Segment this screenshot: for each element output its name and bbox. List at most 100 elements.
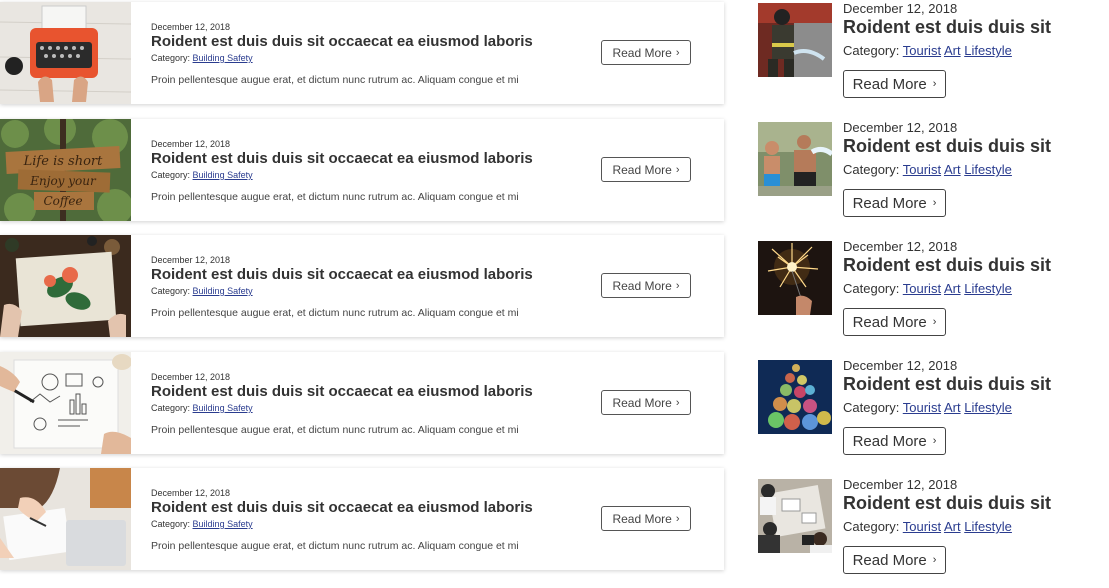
- read-more-button[interactable]: Read More ›: [843, 546, 946, 574]
- post-thumbnail-bokeh[interactable]: [758, 360, 832, 434]
- category-label: Category:: [843, 400, 900, 415]
- category-link-lifestyle[interactable]: Lifestyle: [964, 162, 1012, 177]
- chevron-right-icon: ›: [932, 554, 937, 566]
- chevron-right-icon: ›: [675, 163, 680, 176]
- category-link-building-safety[interactable]: Building Safety: [193, 286, 253, 296]
- read-more-button[interactable]: Read More ›: [601, 390, 691, 415]
- category-link-art[interactable]: Art: [944, 519, 961, 534]
- read-more-button[interactable]: Read More ›: [843, 308, 946, 336]
- category-label: Category:: [843, 162, 900, 177]
- category-link-art[interactable]: Art: [944, 281, 961, 296]
- category-label: Category:: [151, 53, 191, 63]
- sidebar-post: December 12, 2018 Roident est duis duis …: [758, 357, 1109, 469]
- sidebar-post: December 12, 2018 Roident est duis duis …: [758, 476, 1109, 588]
- article-title[interactable]: Roident est duis duis sit occaecat ea ei…: [151, 33, 533, 50]
- category-link-art[interactable]: Art: [944, 162, 961, 177]
- article-category: Category: Building Safety: [151, 519, 253, 529]
- article-thumbnail-typewriter[interactable]: [0, 2, 131, 104]
- read-more-label: Read More: [852, 432, 927, 450]
- read-more-button[interactable]: Read More ›: [843, 189, 946, 217]
- read-more-button[interactable]: Read More ›: [601, 273, 691, 298]
- read-more-button[interactable]: Read More ›: [601, 506, 691, 531]
- read-more-button[interactable]: Read More ›: [843, 70, 946, 98]
- article-title[interactable]: Roident est duis duis sit occaecat ea ei…: [151, 266, 533, 283]
- sidebar-post: December 12, 2018 Roident est duis duis …: [758, 0, 1109, 112]
- category-label: Category:: [151, 170, 191, 180]
- article-excerpt: Proin pellentesque augue erat, et dictum…: [151, 74, 519, 86]
- article-card: December 12, 2018 Roident est duis duis …: [0, 235, 724, 337]
- svg-text:Enjoy your: Enjoy your: [29, 174, 97, 188]
- category-label: Category:: [151, 519, 191, 529]
- category-link-lifestyle[interactable]: Lifestyle: [964, 281, 1012, 296]
- category-link-building-safety[interactable]: Building Safety: [193, 519, 253, 529]
- read-more-button[interactable]: Read More ›: [601, 40, 691, 65]
- article-date: December 12, 2018: [151, 255, 231, 265]
- category-link-art[interactable]: Art: [944, 43, 961, 58]
- category-link-building-safety[interactable]: Building Safety: [193, 403, 253, 413]
- article-date: December 12, 2018: [151, 372, 231, 382]
- chevron-right-icon: ›: [675, 279, 680, 292]
- chevron-right-icon: ›: [675, 512, 680, 525]
- post-title[interactable]: Roident est duis duis sit: [843, 493, 1051, 514]
- category-link-building-safety[interactable]: Building Safety: [193, 170, 253, 180]
- post-thumbnail-firefighter[interactable]: [758, 3, 832, 77]
- article-title[interactable]: Roident est duis duis sit occaecat ea ei…: [151, 150, 533, 167]
- post-date: December 12, 2018: [843, 120, 958, 135]
- chevron-right-icon: ›: [932, 435, 937, 447]
- read-more-label: Read More: [612, 45, 672, 60]
- article-card: December 12, 2018 Roident est duis duis …: [0, 352, 724, 454]
- category-link-tourist[interactable]: Tourist: [903, 162, 941, 177]
- article-body: December 12, 2018 Roident est duis duis …: [131, 352, 724, 454]
- article-thumbnail-writing[interactable]: [0, 468, 131, 570]
- category-label: Category:: [843, 43, 900, 58]
- category-link-building-safety[interactable]: Building Safety: [193, 53, 253, 63]
- article-date: December 12, 2018: [151, 22, 231, 32]
- article-category: Category: Building Safety: [151, 170, 253, 180]
- read-more-label: Read More: [612, 162, 672, 177]
- category-link-tourist[interactable]: Tourist: [903, 43, 941, 58]
- article-title[interactable]: Roident est duis duis sit occaecat ea ei…: [151, 383, 533, 400]
- category-link-lifestyle[interactable]: Lifestyle: [964, 43, 1012, 58]
- read-more-button[interactable]: Read More ›: [601, 157, 691, 182]
- post-date: December 12, 2018: [843, 477, 958, 492]
- category-link-tourist[interactable]: Tourist: [903, 281, 941, 296]
- read-more-label: Read More: [852, 313, 927, 331]
- chevron-right-icon: ›: [932, 316, 937, 328]
- article-category: Category: Building Safety: [151, 286, 253, 296]
- post-categories: Category: Tourist Art Lifestyle: [843, 400, 1012, 415]
- post-date: December 12, 2018: [843, 239, 958, 254]
- article-title[interactable]: Roident est duis duis sit occaecat ea ei…: [151, 499, 533, 516]
- post-title[interactable]: Roident est duis duis sit: [843, 136, 1051, 157]
- read-more-button[interactable]: Read More ›: [843, 427, 946, 455]
- article-category: Category: Building Safety: [151, 53, 253, 63]
- article-excerpt: Proin pellentesque augue erat, et dictum…: [151, 307, 519, 319]
- category-link-lifestyle[interactable]: Lifestyle: [964, 519, 1012, 534]
- category-label: Category:: [843, 519, 900, 534]
- post-title[interactable]: Roident est duis duis sit: [843, 374, 1051, 395]
- article-thumbnail-sketch[interactable]: [0, 352, 131, 454]
- category-label: Category:: [151, 286, 191, 296]
- chevron-right-icon: ›: [675, 396, 680, 409]
- post-title[interactable]: Roident est duis duis sit: [843, 17, 1051, 38]
- post-categories: Category: Tourist Art Lifestyle: [843, 43, 1012, 58]
- category-link-tourist[interactable]: Tourist: [903, 400, 941, 415]
- post-thumbnail-water-play[interactable]: [758, 122, 832, 196]
- article-body: December 12, 2018 Roident est duis duis …: [131, 468, 724, 570]
- category-link-art[interactable]: Art: [944, 400, 961, 415]
- article-card: December 12, 2018 Roident est duis duis …: [0, 2, 724, 104]
- category-link-tourist[interactable]: Tourist: [903, 519, 941, 534]
- post-thumbnail-sparkler[interactable]: [758, 241, 832, 315]
- post-thumbnail-meeting[interactable]: [758, 479, 832, 553]
- article-body: December 12, 2018 Roident est duis duis …: [131, 235, 724, 337]
- article-body: December 12, 2018 Roident est duis duis …: [131, 119, 724, 221]
- svg-text:Coffee: Coffee: [43, 194, 82, 208]
- post-date: December 12, 2018: [843, 358, 958, 373]
- article-thumbnail-sign[interactable]: Life is short Enjoy your Coffee: [0, 119, 131, 221]
- chevron-right-icon: ›: [932, 197, 937, 209]
- article-thumbnail-painting[interactable]: [0, 235, 131, 337]
- read-more-label: Read More: [852, 551, 927, 569]
- chevron-right-icon: ›: [932, 78, 937, 90]
- post-title[interactable]: Roident est duis duis sit: [843, 255, 1051, 276]
- article-excerpt: Proin pellentesque augue erat, et dictum…: [151, 191, 519, 203]
- category-link-lifestyle[interactable]: Lifestyle: [964, 400, 1012, 415]
